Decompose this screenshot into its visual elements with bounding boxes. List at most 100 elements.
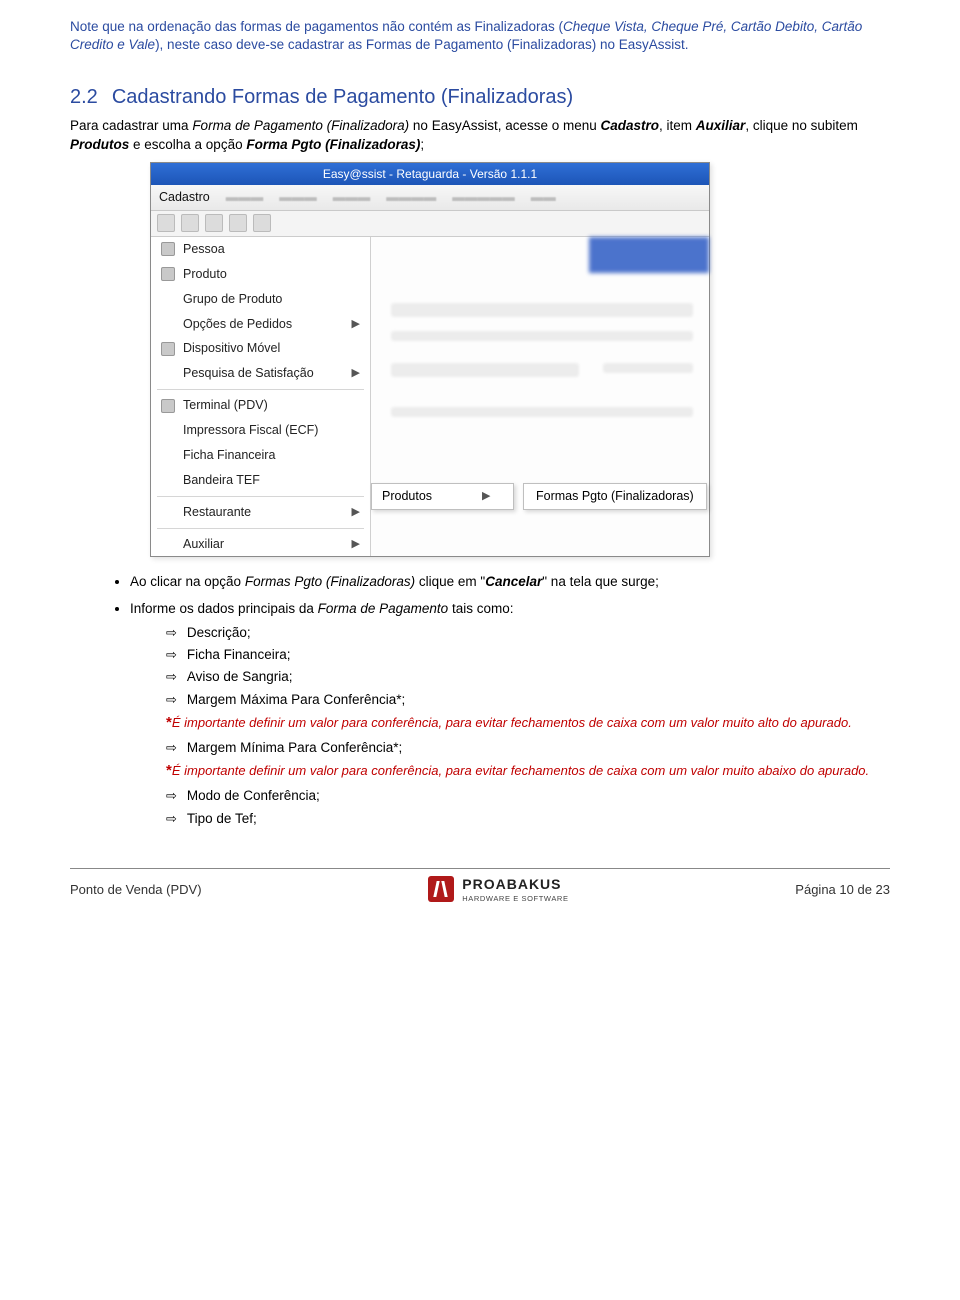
menu-item-dim[interactable]: ▬▬▬▬▬	[452, 189, 515, 206]
menu-item-icon	[161, 505, 175, 519]
menu-item-icon	[161, 367, 175, 381]
dropdown-item[interactable]: Restaurante▶	[151, 500, 370, 525]
submenu-formas-pgto[interactable]: Formas Pgto (Finalizadoras)	[523, 483, 707, 510]
t: no EasyAssist, acesse o menu	[409, 118, 600, 133]
toolbar	[151, 211, 709, 237]
t: Para cadastrar uma	[70, 118, 192, 133]
warning-note: *É importante definir um valor para conf…	[166, 761, 890, 781]
list-item: Informe os dados principais da Forma de …	[130, 600, 890, 828]
sub-item: Descrição;	[166, 624, 890, 642]
t: tais como:	[448, 601, 513, 616]
sub-item: Margem Mínima Para Conferência*;	[166, 739, 890, 757]
logo-text: PROABAKUS HARDWARE E SOFTWARE	[462, 875, 568, 904]
t: Auxiliar	[696, 118, 746, 133]
blur-line	[391, 331, 693, 341]
app-screenshot: Easy@ssist - Retaguarda - Versão 1.1.1 C…	[150, 162, 710, 558]
sub-item: Ficha Financeira;	[166, 646, 890, 664]
menu-item-icon	[161, 399, 175, 413]
t: e escolha a opção	[129, 137, 246, 152]
footer-left: Ponto de Venda (PDV)	[70, 881, 202, 899]
t: , clique no subitem	[745, 118, 858, 133]
t: ;	[420, 137, 424, 152]
submenu-produtos[interactable]: Produtos ▶	[371, 483, 514, 510]
menu-item-icon	[161, 267, 175, 281]
sub-list: Margem Mínima Para Conferência*;	[166, 739, 890, 757]
warning-text: É importante definir um valor para confe…	[172, 763, 869, 778]
menu-item-dim[interactable]: ▬▬▬	[226, 189, 264, 206]
chevron-right-icon: ▶	[352, 537, 360, 552]
dropdown-item-label: Produto	[183, 266, 227, 283]
blur-line	[391, 303, 693, 317]
dropdown-item-label: Terminal (PDV)	[183, 397, 268, 414]
dropdown-item-label: Pessoa	[183, 241, 225, 258]
intro-suffix: ), neste caso deve-se cadastrar as Forma…	[155, 37, 689, 52]
logo-icon	[428, 876, 454, 902]
warning-text: É importante definir um valor para confe…	[172, 715, 852, 730]
warning-note: *É importante definir um valor para conf…	[166, 713, 890, 733]
t: Cadastro	[601, 118, 660, 133]
dropdown-item-label: Dispositivo Móvel	[183, 340, 280, 357]
dropdown-item[interactable]: Bandeira TEF	[151, 468, 370, 493]
dropdown-item[interactable]: Impressora Fiscal (ECF)	[151, 418, 370, 443]
brand-name: PROABAKUS	[462, 875, 568, 894]
cadastro-dropdown: PessoaProdutoGrupo de ProdutoOpções de P…	[151, 237, 371, 557]
toolbar-icon[interactable]	[181, 214, 199, 232]
t: Ao clicar na opção	[130, 574, 245, 589]
menu-item-dim[interactable]: ▬▬▬	[279, 189, 317, 206]
menu-item-icon	[161, 292, 175, 306]
submenu-formas-pgto-label: Formas Pgto (Finalizadoras)	[536, 489, 694, 503]
t: Informe os dados principais da	[130, 601, 318, 616]
toolbar-icon[interactable]	[157, 214, 175, 232]
chevron-right-icon: ▶	[482, 489, 490, 504]
menu-item-dim[interactable]: ▬▬	[531, 189, 556, 206]
t: clique em "	[415, 574, 485, 589]
dropdown-item[interactable]: Opções de Pedidos ▶	[151, 312, 370, 337]
intro-prefix: Note que na ordenação das formas de paga…	[70, 19, 563, 34]
toolbar-icon[interactable]	[205, 214, 223, 232]
brand-tagline: HARDWARE E SOFTWARE	[462, 894, 568, 904]
menu-item-icon	[161, 242, 175, 256]
menu-item-icon	[161, 317, 175, 331]
dropdown-item[interactable]: Dispositivo Móvel	[151, 336, 370, 361]
dropdown-item[interactable]: Pesquisa de Satisfação ▶	[151, 361, 370, 386]
dropdown-item-label: Bandeira TEF	[183, 472, 260, 489]
sub-item: Modo de Conferência;	[166, 787, 890, 805]
chevron-right-icon: ▶	[352, 317, 360, 332]
brand-logo: PROABAKUS HARDWARE E SOFTWARE	[428, 875, 568, 904]
dropdown-item[interactable]: Ficha Financeira	[151, 443, 370, 468]
page-footer: Ponto de Venda (PDV) PROABAKUS HARDWARE …	[70, 868, 890, 904]
dropdown-item[interactable]: Produto	[151, 262, 370, 287]
t: Cancelar	[485, 574, 542, 589]
dropdown-item-label: Ficha Financeira	[183, 447, 275, 464]
dropdown-item-label: Impressora Fiscal (ECF)	[183, 422, 318, 439]
dropdown-item-label: Pesquisa de Satisfação	[183, 365, 314, 382]
menu-item-icon	[161, 473, 175, 487]
blur-line	[391, 407, 693, 417]
menu-item-dim[interactable]: ▬▬▬▬	[386, 189, 436, 206]
dropdown-item[interactable]: Terminal (PDV)	[151, 393, 370, 418]
t: Forma Pgto (Finalizadoras)	[246, 137, 420, 152]
sub-item: Tipo de Tef;	[166, 810, 890, 828]
menu-separator	[157, 496, 364, 497]
blur-line	[603, 363, 693, 373]
menu-item-dim[interactable]: ▬▬▬	[333, 189, 371, 206]
dropdown-item[interactable]: Pessoa	[151, 237, 370, 262]
dropdown-item[interactable]: Grupo de Produto	[151, 287, 370, 312]
list-item: Ao clicar na opção Formas Pgto (Finaliza…	[130, 573, 890, 591]
menu-cadastro[interactable]: Cadastro	[159, 189, 210, 206]
chevron-right-icon: ▶	[352, 366, 360, 381]
sub-item: Aviso de Sangria;	[166, 668, 890, 686]
toolbar-icon[interactable]	[229, 214, 247, 232]
instruction-list: Ao clicar na opção Formas Pgto (Finaliza…	[130, 573, 890, 827]
section-number: 2.2	[70, 84, 98, 111]
toolbar-icon[interactable]	[253, 214, 271, 232]
dropdown-item-label: Opções de Pedidos	[183, 316, 292, 333]
blur-line	[391, 363, 579, 377]
menu-item-icon	[161, 424, 175, 438]
t: Forma de Pagamento	[318, 601, 449, 616]
t: , item	[659, 118, 696, 133]
section-title-text: Cadastrando Formas de Pagamento (Finaliz…	[112, 86, 573, 108]
dropdown-item[interactable]: Auxiliar▶	[151, 532, 370, 557]
menu-item-icon	[161, 448, 175, 462]
menu-separator	[157, 528, 364, 529]
